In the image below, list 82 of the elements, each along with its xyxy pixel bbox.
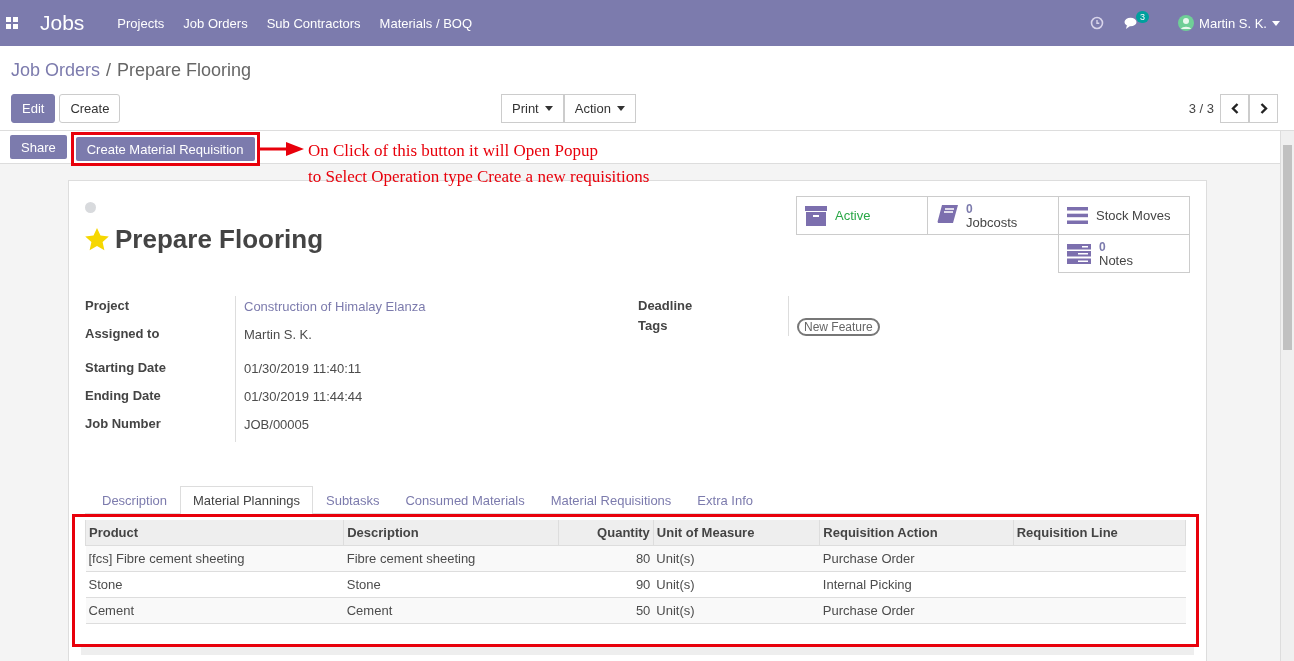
table-cell: Cement [85,597,344,624]
menu-item[interactable]: Materials / BOQ [379,15,473,31]
caret-icon [544,106,553,111]
create-button[interactable]: Create [59,94,121,123]
tab[interactable]: Extra Info [684,486,766,514]
field-label: Project [85,297,131,315]
smart-button[interactable]: Active [796,196,928,235]
user-menu[interactable]: Martin S. K. [1178,15,1280,31]
table-cell: Unit(s) [653,597,820,624]
apps-grid-icon[interactable] [6,17,18,29]
annotation-text: On Click of this button it will Open Popup [308,140,599,162]
scrollbar-thumb[interactable] [1283,145,1292,350]
chevron-left-icon [1230,103,1239,114]
annotation-text: to Select Operation type Create a new requisitions [308,166,650,188]
field-label: Deadline [638,297,694,315]
tab[interactable]: Material Plannings [180,486,313,514]
table-cell: Purchase Order [819,545,1014,572]
archive-box-icon [805,205,827,226]
tab[interactable]: Consumed Materials [392,486,538,514]
table-cell: [fcs] Fibre cement sheeting [85,545,344,572]
menu-item[interactable]: Job Orders [183,15,248,31]
caret-icon [616,106,625,111]
dropdown-button[interactable]: Action [563,94,636,123]
table-cell: Stone [343,571,559,598]
field-value: 01/30/2019 11:40:11 [235,358,638,386]
menu-item[interactable]: Projects [117,15,165,31]
table-cell: Internal Picking [819,571,1014,598]
breadcrumb-link[interactable]: Job Orders [11,59,101,81]
breadcrumb-current: Prepare Flooring [117,59,252,81]
column-header[interactable]: Product [85,520,344,546]
tab[interactable]: Description [89,486,181,514]
book-icon [936,205,958,226]
table-cell: 90 [558,571,654,598]
message-count-badge: 3 [1136,10,1150,23]
smart-button[interactable]: 0 Jobcosts [927,196,1059,235]
column-header[interactable]: Requisition Line [1013,520,1186,546]
tab[interactable]: Subtasks [313,486,393,514]
field-value: 01/30/2019 11:44:44 [235,386,638,414]
field-label: Starting Date [85,359,167,377]
field-label: Ending Date [85,387,162,405]
table-cell: Fibre cement sheeting [343,545,559,572]
column-header[interactable]: Requisition Action [819,520,1014,546]
tab[interactable]: Material Requisitions [537,486,685,514]
list-icon [1067,207,1088,224]
notes-stack-icon [1067,243,1091,264]
field-label: Assigned to [85,325,161,343]
smart-button[interactable]: Stock Moves [1058,196,1190,235]
caret-icon [1272,20,1280,26]
scrollbar[interactable] [1280,131,1294,661]
column-header[interactable]: Unit of Measure [653,520,820,546]
dropdown-button[interactable]: Print [501,94,564,123]
menu-item[interactable]: Sub Contractors [266,15,361,31]
status-dot-icon [85,202,96,213]
smart-button[interactable]: 0 Notes [1058,234,1190,273]
previous-button[interactable] [1220,94,1249,123]
tag-badge: New Feature [797,318,880,336]
column-header[interactable]: Quantity [558,520,654,546]
table-cell: Cement [343,597,559,624]
pager-counter: 3 / 3 [1188,101,1214,116]
record-title: Prepare Flooring [115,224,324,255]
table-cell: Unit(s) [653,571,820,598]
create-requisition-button[interactable]: Create Material Requisition [75,137,255,161]
field-label: Job Number [85,415,162,433]
field-value: JOB/00005 [235,414,638,442]
table-cell: 80 [558,545,654,572]
next-button[interactable] [1249,94,1278,123]
table-cell: Unit(s) [653,545,820,572]
avatar-icon [1178,15,1195,31]
app-title: Jobs [40,11,85,35]
share-button[interactable]: Share [10,135,67,159]
column-header[interactable]: Description [343,520,559,546]
star-icon[interactable] [85,228,109,251]
field-value: Martin S. K. [235,324,638,358]
field-label: Tags [638,317,669,335]
breadcrumb-separator: / [106,59,112,81]
project-link[interactable]: Construction of Himalay Elanza [235,296,638,324]
table-cell: Stone [85,571,344,598]
table-cell: 50 [558,597,654,624]
clock-icon[interactable] [1090,16,1105,30]
edit-button[interactable]: Edit [11,94,56,123]
table-cell: Purchase Order [819,597,1014,624]
chevron-right-icon [1259,103,1268,114]
